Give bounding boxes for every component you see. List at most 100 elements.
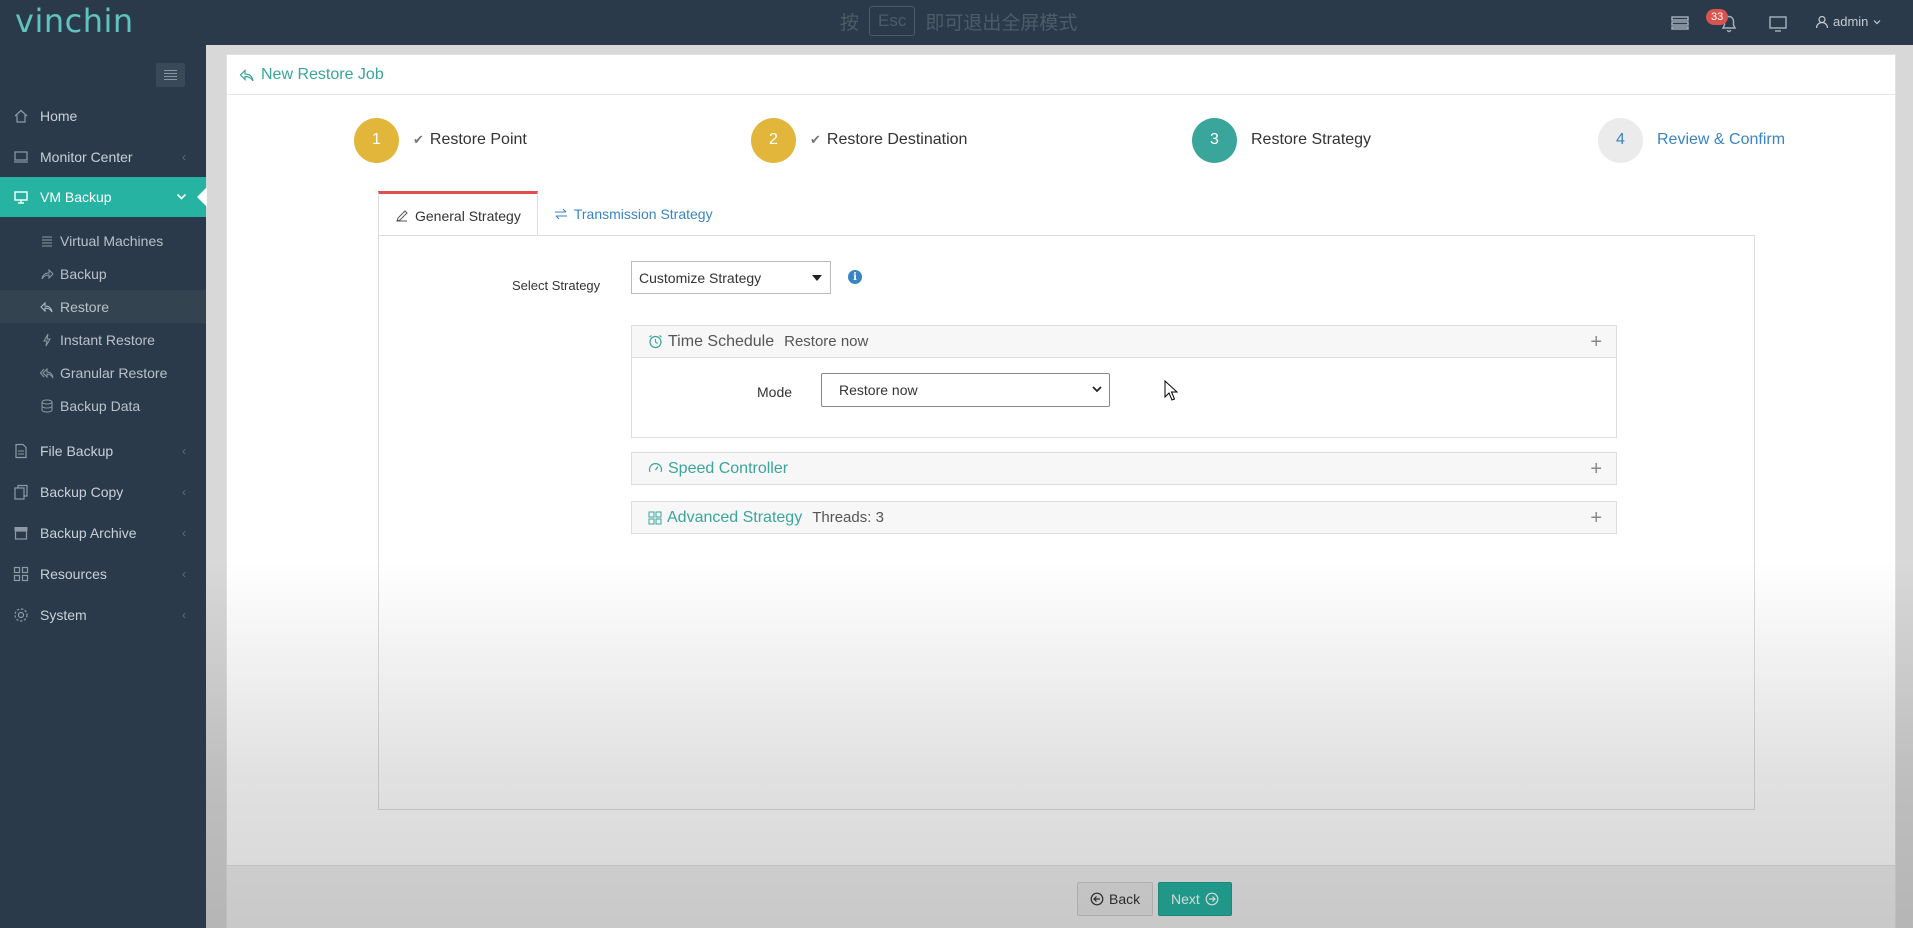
- sidebar-item-monitor-center[interactable]: Monitor Center ‹: [0, 137, 206, 177]
- advanced-strategy-header[interactable]: Advanced Strategy Threads: 3 +: [632, 502, 1616, 533]
- step-number: 3: [1192, 117, 1237, 163]
- expand-plus-icon[interactable]: +: [1590, 332, 1602, 352]
- sidebar-subitem-label: Backup Data: [60, 397, 141, 414]
- sidebar-item-label: File Backup: [40, 443, 114, 459]
- grid-icon: [13, 566, 29, 582]
- chevron-left-icon: ‹: [182, 150, 186, 164]
- arrow-circle-right-icon: [1205, 892, 1219, 906]
- exchange-icon: [554, 208, 567, 219]
- monitor-screen-icon[interactable]: [1767, 12, 1789, 34]
- advanced-strategy-section: Advanced Strategy Threads: 3 +: [631, 501, 1617, 534]
- sidebar-subitem-granular-restore[interactable]: Granular Restore: [0, 356, 206, 389]
- arrow-circle-left-icon: [1090, 892, 1104, 906]
- next-label: Next: [1171, 891, 1200, 907]
- step-number: 2: [751, 117, 796, 163]
- sidebar: Home Monitor Center ‹ VM Backup Virtual …: [0, 45, 207, 928]
- check-icon: ✔: [810, 132, 821, 147]
- check-icon: ✔: [413, 132, 424, 147]
- caret-down-icon: [812, 275, 822, 281]
- sidebar-subitem-backup-data[interactable]: Backup Data: [0, 389, 206, 422]
- back-button[interactable]: Back: [1077, 882, 1154, 916]
- page-header: New Restore Job: [227, 55, 1895, 95]
- tab-general-strategy[interactable]: General Strategy: [378, 191, 538, 237]
- user-menu[interactable]: admin: [1815, 14, 1882, 29]
- archive-icon: [14, 527, 28, 540]
- step-restore-destination: 2 ✔ Restore Destination: [751, 117, 967, 163]
- file-icon: [15, 443, 27, 459]
- sidebar-item-backup-archive[interactable]: Backup Archive ‹: [0, 513, 206, 553]
- speed-controller-header[interactable]: Speed Controller +: [632, 453, 1616, 484]
- speed-controller-title: Speed Controller: [668, 459, 789, 477]
- mode-select[interactable]: Restore now: [821, 373, 1110, 407]
- chevron-down-icon: [1092, 386, 1102, 393]
- step-restore-strategy: 3 Restore Strategy: [1192, 117, 1371, 163]
- tab-label: General Strategy: [415, 207, 521, 224]
- sidebar-subitem-backup[interactable]: Backup: [0, 257, 206, 290]
- sidebar-item-home[interactable]: Home: [0, 96, 206, 136]
- notification-badge: 33: [1706, 9, 1729, 25]
- esc-key: Esc: [869, 6, 916, 36]
- time-schedule-header[interactable]: Time Schedule Restore now +: [632, 326, 1616, 358]
- tab-transmission-strategy[interactable]: Transmission Strategy: [538, 191, 729, 236]
- menu-toggle-button[interactable]: [156, 63, 185, 87]
- sidebar-subitem-label: Instant Restore: [60, 331, 155, 348]
- chevron-left-icon: ‹: [182, 608, 186, 622]
- gear-icon: [14, 608, 28, 622]
- sidebar-subitem-label: Restore: [60, 298, 110, 315]
- chevron-left-icon: ‹: [182, 444, 186, 458]
- speed-controller-section: Speed Controller +: [631, 452, 1617, 485]
- reply-all-icon: [40, 367, 54, 378]
- grid-icon: [648, 511, 662, 524]
- sidebar-item-label: System: [40, 607, 87, 623]
- back-label: Back: [1109, 891, 1141, 907]
- step-label: Review & Confirm: [1657, 131, 1786, 148]
- step-review-confirm: 4 Review & Confirm: [1598, 117, 1785, 163]
- database-icon: [41, 399, 53, 412]
- sidebar-item-label: Monitor Center: [40, 149, 133, 165]
- edit-icon: [396, 209, 408, 222]
- copy-icon: [14, 484, 28, 500]
- info-icon[interactable]: i: [848, 270, 862, 284]
- home-icon: [14, 109, 28, 123]
- task-list-icon[interactable]: [1669, 12, 1691, 34]
- tab-label: Transmission Strategy: [573, 205, 713, 222]
- monitor-icon: [14, 151, 28, 163]
- user-icon: [1815, 15, 1829, 28]
- sidebar-item-resources[interactable]: Resources ‹: [0, 554, 206, 594]
- fullscreen-exit-hint: 按 Esc 即可退出全屏模式: [840, 4, 1077, 38]
- logo-chin: chin: [64, 2, 134, 40]
- sidebar-item-vm-backup[interactable]: VM Backup: [0, 177, 207, 217]
- sidebar-item-system[interactable]: System ‹: [0, 595, 206, 635]
- chevron-down-icon: [1873, 19, 1881, 24]
- expand-plus-icon[interactable]: +: [1590, 459, 1602, 479]
- chevron-left-icon: ‹: [182, 567, 186, 581]
- next-button[interactable]: Next: [1158, 882, 1232, 916]
- advanced-strategy-title: Advanced Strategy: [667, 508, 803, 526]
- reply-icon: [40, 301, 53, 312]
- sidebar-item-file-backup[interactable]: File Backup ‹: [0, 431, 206, 471]
- chevron-left-icon: ‹: [182, 485, 186, 499]
- vinchin-logo[interactable]: vinchin: [15, 2, 134, 40]
- wizard-footer: Back Next: [227, 865, 1895, 928]
- sidebar-subitem-label: Granular Restore: [60, 364, 168, 381]
- sidebar-subitem-virtual-machines[interactable]: Virtual Machines: [0, 224, 206, 257]
- chevron-down-icon: [176, 193, 187, 200]
- sidebar-item-backup-copy[interactable]: Backup Copy ‹: [0, 472, 206, 512]
- esc-hint-suffix: 即可退出全屏模式: [925, 12, 1078, 34]
- expand-plus-icon[interactable]: +: [1590, 508, 1602, 528]
- time-schedule-title: Time Schedule: [668, 332, 775, 350]
- mode-label: Mode: [757, 384, 793, 400]
- sidebar-subitem-restore[interactable]: Restore: [0, 290, 206, 323]
- top-bar: vinchin 按 Esc 即可退出全屏模式 33 admin: [0, 0, 1913, 45]
- sidebar-item-label: Backup Copy: [40, 484, 124, 500]
- sidebar-item-label: Home: [40, 108, 78, 124]
- reply-icon: [239, 68, 254, 81]
- step-number: 4: [1598, 117, 1643, 163]
- sidebar-subitem-instant-restore[interactable]: Instant Restore: [0, 323, 206, 356]
- logo-vin: vin: [15, 2, 65, 40]
- strategy-select[interactable]: Customize Strategy: [631, 261, 831, 294]
- mouse-cursor-icon: [1164, 380, 1178, 401]
- strategy-value: Customize Strategy: [639, 269, 762, 286]
- general-strategy-panel: Select Strategy Customize Strategy i Tim…: [378, 235, 1755, 810]
- bolt-icon: [43, 333, 51, 346]
